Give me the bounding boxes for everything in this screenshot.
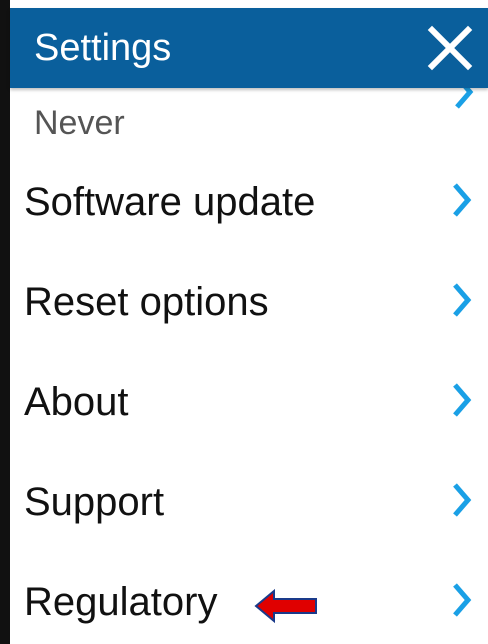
page-title: Settings: [34, 27, 172, 69]
menu-item-about[interactable]: About: [10, 350, 488, 450]
chevron-right-icon: [453, 283, 472, 317]
chevron-right-icon: [453, 483, 472, 517]
chevron-right-icon: [453, 383, 472, 417]
setting-value: Never: [34, 104, 125, 142]
menu-item-label: Software update: [24, 180, 316, 224]
screen-left-border: [0, 0, 10, 644]
chevron-right-icon: [453, 183, 472, 217]
menu-item-regulatory[interactable]: Regulatory: [10, 550, 488, 644]
menu-item-reset-options[interactable]: Reset options: [10, 250, 488, 350]
menu-item-label: Regulatory: [24, 580, 218, 624]
settings-header: Settings: [10, 8, 488, 88]
menu-item-label: About: [24, 380, 129, 424]
close-icon: [427, 25, 473, 71]
chevron-right-icon: [453, 583, 472, 617]
list-item-partial[interactable]: Never: [10, 88, 488, 150]
settings-list: Never Software update Reset options Abou…: [10, 88, 488, 644]
red-arrow-icon: [254, 588, 317, 624]
menu-item-label: Support: [24, 480, 165, 524]
menu-item-software-update[interactable]: Software update: [10, 150, 488, 250]
chevron-right-icon: [455, 88, 474, 109]
close-button[interactable]: [424, 22, 476, 74]
menu-item-support[interactable]: Support: [10, 450, 488, 550]
menu-item-label: Reset options: [24, 280, 269, 324]
